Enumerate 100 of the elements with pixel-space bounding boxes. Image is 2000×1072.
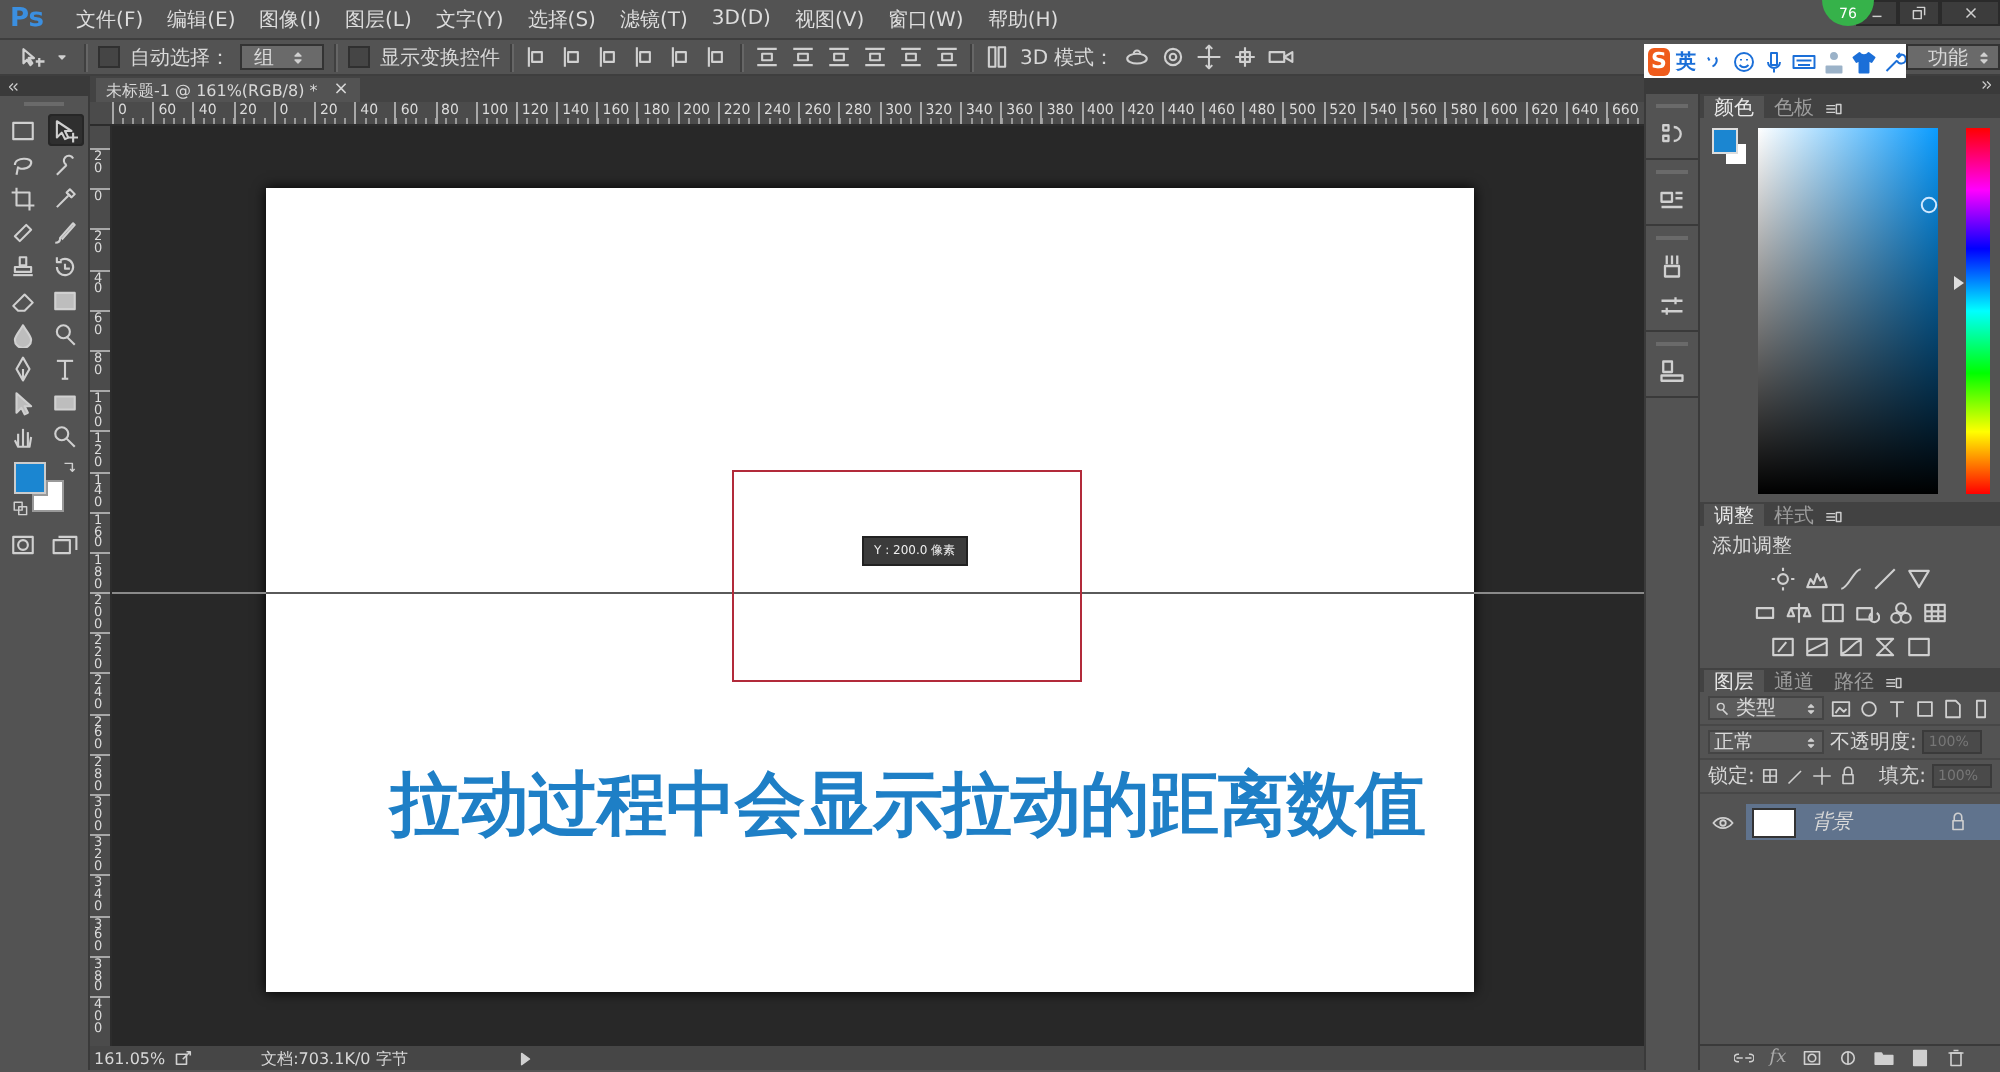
menu-item[interactable]: 帮助(H) (975, 5, 1071, 33)
triangle-icon[interactable] (1905, 566, 1931, 592)
updown-icon (1976, 49, 1992, 65)
curves-icon[interactable] (1837, 566, 1863, 592)
quick-mask-icon[interactable] (10, 532, 36, 558)
keyboard-icon[interactable] (1792, 49, 1816, 73)
panel-tab[interactable]: 图层 (1704, 670, 1764, 692)
lock-pixels-icon[interactable] (1760, 766, 1781, 786)
lock-paint-icon[interactable] (1786, 766, 1807, 786)
adjustment-filter-icon[interactable] (1858, 697, 1880, 719)
panel-tab[interactable]: 样式 (1764, 504, 1824, 526)
distribute-icon[interactable] (754, 44, 780, 70)
orbit-icon[interactable] (1124, 44, 1151, 70)
smiley-icon[interactable] (1732, 49, 1756, 73)
link-icon[interactable] (1733, 1048, 1754, 1068)
restore-button[interactable] (1898, 0, 1940, 26)
foreground-swatch[interactable] (1712, 128, 1738, 154)
lock-move-icon[interactable] (1812, 766, 1833, 786)
mask-icon[interactable] (1802, 1048, 1823, 1068)
panel-tab[interactable]: 色板 (1764, 96, 1824, 118)
microphone-icon[interactable] (1762, 49, 1786, 73)
smart-object-filter-icon[interactable] (1942, 697, 1964, 719)
distribute-icon[interactable] (826, 44, 852, 70)
threshold-icon[interactable] (1837, 634, 1863, 660)
panel-tab[interactable]: 颜色 (1704, 96, 1764, 118)
new-layer-icon[interactable] (1910, 1048, 1931, 1068)
foreground-swatch[interactable] (14, 462, 46, 494)
tab-close-button[interactable]: × (333, 80, 349, 100)
distribute-icon[interactable] (862, 44, 888, 70)
hourglass-icon[interactable] (1871, 634, 1897, 660)
clone-source-icon[interactable] (1658, 358, 1686, 386)
color-field[interactable] (1758, 128, 1938, 494)
panel-menu-icon[interactable] (1824, 100, 1842, 118)
invert-icon[interactable] (1769, 634, 1795, 660)
brightness-icon[interactable] (1769, 566, 1795, 592)
filter-toggle-icon[interactable] (1970, 697, 1992, 719)
folder-icon[interactable] (1874, 1048, 1895, 1068)
close-button[interactable] (1940, 0, 2000, 26)
workspace-dropdown[interactable]: 功能 (1906, 44, 2000, 70)
filter-dropdown[interactable]: 类型 (1708, 696, 1824, 720)
trash-icon[interactable] (1946, 1048, 1967, 1068)
move-tool-preset-icon[interactable] (20, 43, 48, 71)
menu-item[interactable]: 3D(D) (699, 8, 783, 30)
menu-item[interactable]: 文字(Y) (423, 5, 516, 33)
history-icon[interactable] (1658, 120, 1686, 148)
panel-tab[interactable]: 路径 (1824, 670, 1884, 692)
panel-tab[interactable]: 调整 (1704, 504, 1764, 526)
3d-mode-label: 3D 模式： (1020, 45, 1115, 71)
balance-icon[interactable] (1786, 600, 1812, 626)
lock-icon[interactable] (1838, 766, 1859, 786)
background-swatch[interactable] (1726, 144, 1746, 164)
gradient-map-icon[interactable] (1905, 634, 1931, 660)
brush-presets-icon[interactable] (1658, 252, 1686, 280)
checkbox[interactable] (98, 46, 120, 68)
distribute-icon[interactable] (934, 44, 960, 70)
menu-item[interactable]: 选择(S) (515, 5, 608, 33)
collapse-icon[interactable] (6, 79, 20, 93)
distribute-icon[interactable] (790, 44, 816, 70)
grid-icon[interactable] (1922, 600, 1948, 626)
sliders-icon[interactable] (1658, 292, 1686, 320)
eye-icon[interactable] (1712, 811, 1734, 833)
menu-item[interactable]: 编辑(E) (155, 5, 248, 33)
panel-tab[interactable]: 通道 (1764, 670, 1824, 692)
distribute-icon[interactable] (898, 44, 924, 70)
document-tab[interactable]: 未标题-1 @ 161%(RGB/8) * × (96, 78, 361, 102)
wrench-icon[interactable] (1882, 49, 1906, 73)
posterize-icon[interactable] (1803, 634, 1829, 660)
adjustment-layer-icon[interactable] (1838, 1048, 1859, 1068)
checkbox[interactable] (348, 46, 370, 68)
panel-menu-icon[interactable] (1884, 674, 1902, 692)
panel-menu-icon[interactable] (1824, 508, 1842, 526)
menu-item[interactable]: 视图(V) (782, 5, 877, 33)
default-colors-icon[interactable] (12, 500, 30, 518)
type-filter-icon[interactable] (1886, 697, 1908, 719)
layer-style-button[interactable]: fx (1769, 1048, 1787, 1068)
swap-icon[interactable] (60, 460, 78, 478)
shape-filter-icon[interactable] (1914, 697, 1936, 719)
pan-icon[interactable] (1196, 44, 1223, 70)
shirt-icon[interactable] (1852, 49, 1876, 73)
layer-row[interactable]: 背景 (1746, 804, 2000, 840)
picker-ring-icon[interactable] (1920, 196, 1938, 214)
menu-item[interactable]: 图像(I) (247, 5, 333, 33)
screen-mode-icon[interactable] (52, 532, 78, 558)
move-icon[interactable] (47, 114, 83, 146)
language-toggle[interactable]: 英 (1676, 47, 1696, 75)
auto-select-dropdown[interactable]: 组 (240, 44, 324, 70)
menu-item[interactable]: 文件(F) (64, 5, 156, 33)
roll-icon[interactable] (1160, 44, 1187, 70)
image-filter-icon[interactable] (1830, 697, 1852, 719)
blend-mode-dropdown[interactable]: 正常 (1708, 730, 1824, 754)
slide-icon[interactable] (1232, 44, 1259, 70)
collapse-icon[interactable] (1980, 78, 1994, 92)
menu-item[interactable]: 滤镜(T) (607, 5, 700, 33)
properties-icon[interactable] (1658, 186, 1686, 214)
auto-align-icon[interactable] (984, 44, 1010, 70)
menu-item[interactable]: 窗口(W) (876, 5, 976, 33)
exposure-icon[interactable] (1871, 566, 1897, 592)
export-icon[interactable] (173, 1048, 194, 1068)
circles-icon[interactable] (1888, 600, 1914, 626)
menu-item[interactable]: 图层(L) (333, 5, 424, 33)
